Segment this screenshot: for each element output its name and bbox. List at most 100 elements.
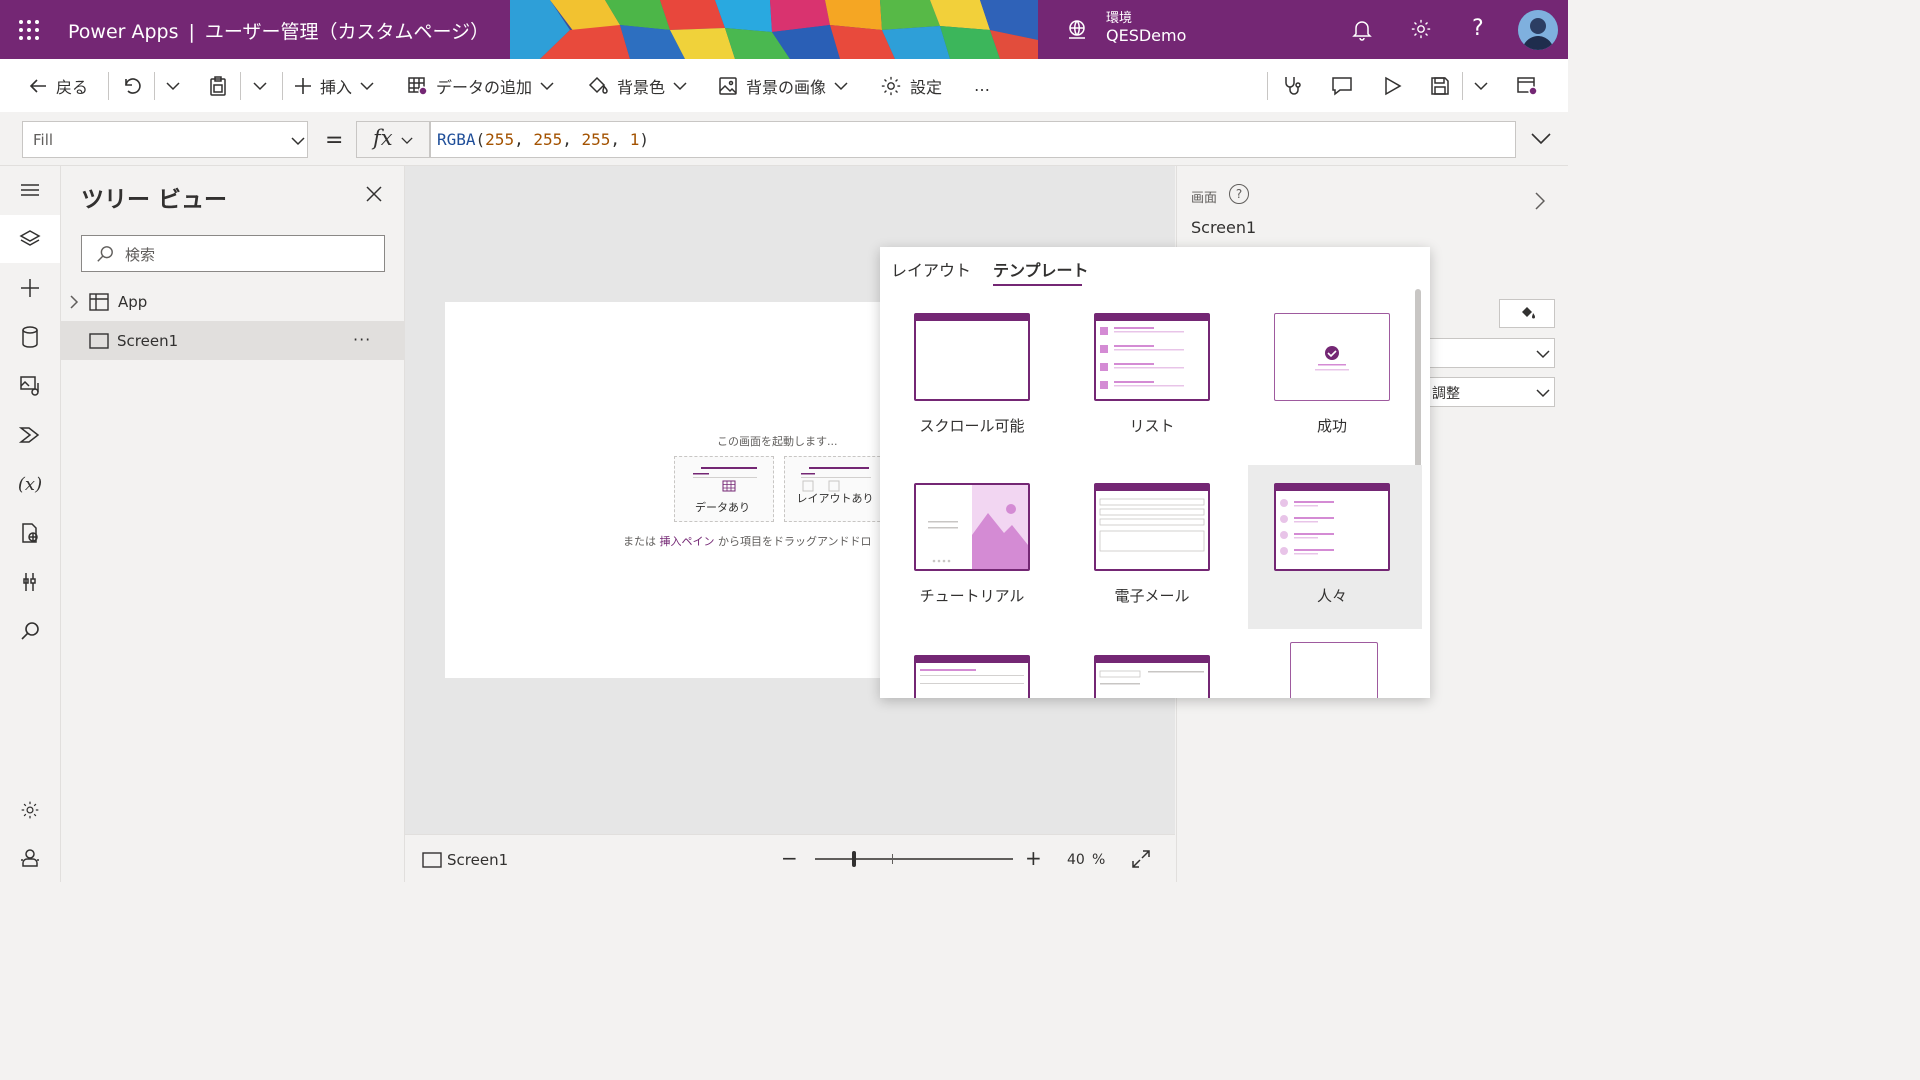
plus-icon: [21, 279, 39, 297]
image-position-dropdown[interactable]: 調整: [1429, 377, 1555, 407]
template-row3-2[interactable]: [1078, 637, 1252, 698]
template-tutorial[interactable]: チュートリアル: [898, 465, 1072, 629]
start-with-layout-label: レイアウトあり: [796, 492, 874, 505]
fit-to-window-button[interactable]: [1132, 850, 1150, 868]
canvas-hint: または 挿入ペイン から項目をドラッグアンドドロ: [623, 533, 872, 549]
rail-search-button[interactable]: [0, 607, 60, 655]
tree-item-more-button[interactable]: ···: [353, 330, 371, 349]
zoom-in-button[interactable]: +: [1025, 846, 1042, 870]
fill-color-picker[interactable]: [1499, 299, 1555, 328]
app-checker-button[interactable]: [1282, 59, 1304, 112]
background-image-button[interactable]: 背景の画像: [718, 59, 848, 112]
template-thumbnail: [914, 655, 1030, 698]
template-people[interactable]: 人々: [1248, 465, 1422, 629]
current-screen-name[interactable]: Screen1: [447, 851, 508, 869]
chevron-down-icon: [673, 81, 687, 90]
template-success[interactable]: 成功: [1258, 295, 1430, 459]
help-icon[interactable]: ?: [1472, 16, 1484, 41]
layers-icon: [19, 230, 41, 246]
image-icon: [719, 76, 737, 95]
template-label: チュートリアル: [919, 587, 1025, 605]
environment-icon[interactable]: [1066, 19, 1088, 41]
notifications-icon[interactable]: [1352, 19, 1372, 41]
start-with-data-option[interactable]: データあり: [674, 456, 774, 522]
rail-tree-view-button[interactable]: [0, 215, 60, 263]
template-row3-3[interactable]: [1258, 637, 1430, 698]
rail-data-button[interactable]: [0, 313, 60, 361]
start-with-layout-option[interactable]: レイアウトあり: [784, 456, 885, 522]
settings-button[interactable]: 設定: [880, 59, 942, 112]
gear-icon: [21, 801, 39, 819]
publish-button[interactable]: [1517, 59, 1539, 112]
back-label: 戻る: [56, 77, 89, 97]
comments-button[interactable]: [1331, 59, 1353, 112]
avatar[interactable]: [1518, 10, 1558, 50]
save-dropdown-button[interactable]: [1474, 59, 1488, 112]
start-screen-text: この画面を起動します...: [717, 435, 838, 448]
paste-dropdown-button[interactable]: [253, 59, 267, 112]
app-icon: [89, 292, 109, 311]
hamburger-menu-button[interactable]: [0, 166, 60, 214]
rail-components-button[interactable]: [0, 509, 60, 557]
background-image-dropdown[interactable]: [1429, 338, 1555, 368]
background-color-button[interactable]: 背景色: [587, 59, 687, 112]
template-thumbnail: [1274, 313, 1390, 401]
page-title: ユーザー管理（カスタムページ）: [204, 21, 490, 43]
background-color-label: 背景色: [617, 77, 666, 97]
app-name[interactable]: Power Apps: [68, 21, 179, 43]
rail-variables-button[interactable]: (x): [0, 460, 60, 508]
media-icon: [20, 376, 39, 396]
app-launcher-icon[interactable]: [18, 19, 40, 41]
insert-button[interactable]: 挿入: [294, 59, 374, 112]
active-tab-indicator: [993, 284, 1082, 286]
hint-prefix: または: [623, 535, 656, 548]
new-screen-popup: レイアウト テンプレート スクロール可能 リスト 成功 チュートリアル 電子メー…: [880, 247, 1430, 698]
more-commands-button[interactable]: …: [974, 59, 990, 112]
rail-insert-button[interactable]: [0, 264, 60, 312]
rail-media-button[interactable]: [0, 362, 60, 410]
function-picker[interactable]: fx: [356, 121, 430, 158]
properties-help-button[interactable]: ?: [1229, 184, 1249, 204]
zoom-slider[interactable]: [815, 851, 1013, 867]
formula-input[interactable]: RGBA(255, 255, 255, 1): [430, 121, 1516, 158]
settings-gear-icon[interactable]: [1410, 18, 1432, 40]
zoom-out-button[interactable]: −: [781, 846, 798, 870]
tree-search-input[interactable]: 検索: [81, 235, 385, 272]
zoom-slider-thumb[interactable]: [852, 851, 856, 867]
equals-sign: =: [325, 128, 344, 153]
rail-power-automate-button[interactable]: [0, 411, 60, 459]
screen-icon: [422, 852, 442, 868]
back-button[interactable]: 戻る: [28, 59, 88, 112]
property-selector[interactable]: Fill: [22, 121, 308, 158]
tree-item-screen1[interactable]: Screen1 ···: [61, 321, 404, 360]
rail-advanced-tools-button[interactable]: [0, 558, 60, 606]
add-data-button[interactable]: データの追加: [408, 59, 554, 112]
template-email[interactable]: 電子メール: [1078, 465, 1252, 629]
expand-formula-button[interactable]: [1530, 132, 1552, 146]
collapse-properties-button[interactable]: [1535, 192, 1545, 210]
undo-button[interactable]: [122, 59, 142, 112]
paste-button[interactable]: [208, 59, 228, 112]
rail-virtual-agent-button[interactable]: [0, 834, 60, 882]
clipboard-icon: [210, 75, 226, 96]
tree-item-app[interactable]: App: [61, 282, 404, 321]
template-row3-1[interactable]: [898, 637, 1072, 698]
save-button[interactable]: [1430, 59, 1450, 112]
screen-canvas[interactable]: この画面を起動します... データあり レイアウトあり または 挿入ペイン から…: [445, 302, 885, 678]
template-list[interactable]: リスト: [1078, 295, 1252, 459]
template-thumbnail: [914, 483, 1030, 571]
undo-dropdown-button[interactable]: [166, 59, 180, 112]
template-scrollable[interactable]: スクロール可能: [898, 295, 1072, 459]
tab-template[interactable]: テンプレート: [993, 257, 1089, 281]
tab-layout[interactable]: レイアウト: [891, 257, 971, 281]
close-tree-view-button[interactable]: [366, 186, 382, 202]
insert-pane-link[interactable]: 挿入ペイン: [660, 535, 715, 548]
tree-item-label: Screen1: [117, 331, 179, 350]
environment-name[interactable]: QESDemo: [1106, 26, 1186, 45]
rail-settings-button[interactable]: [0, 786, 60, 834]
expand-icon: [1132, 850, 1150, 868]
preview-play-button[interactable]: [1382, 59, 1402, 112]
properties-screen-name: Screen1: [1191, 218, 1257, 237]
back-arrow-icon: [29, 78, 46, 93]
chevron-down-icon: [1474, 81, 1488, 90]
